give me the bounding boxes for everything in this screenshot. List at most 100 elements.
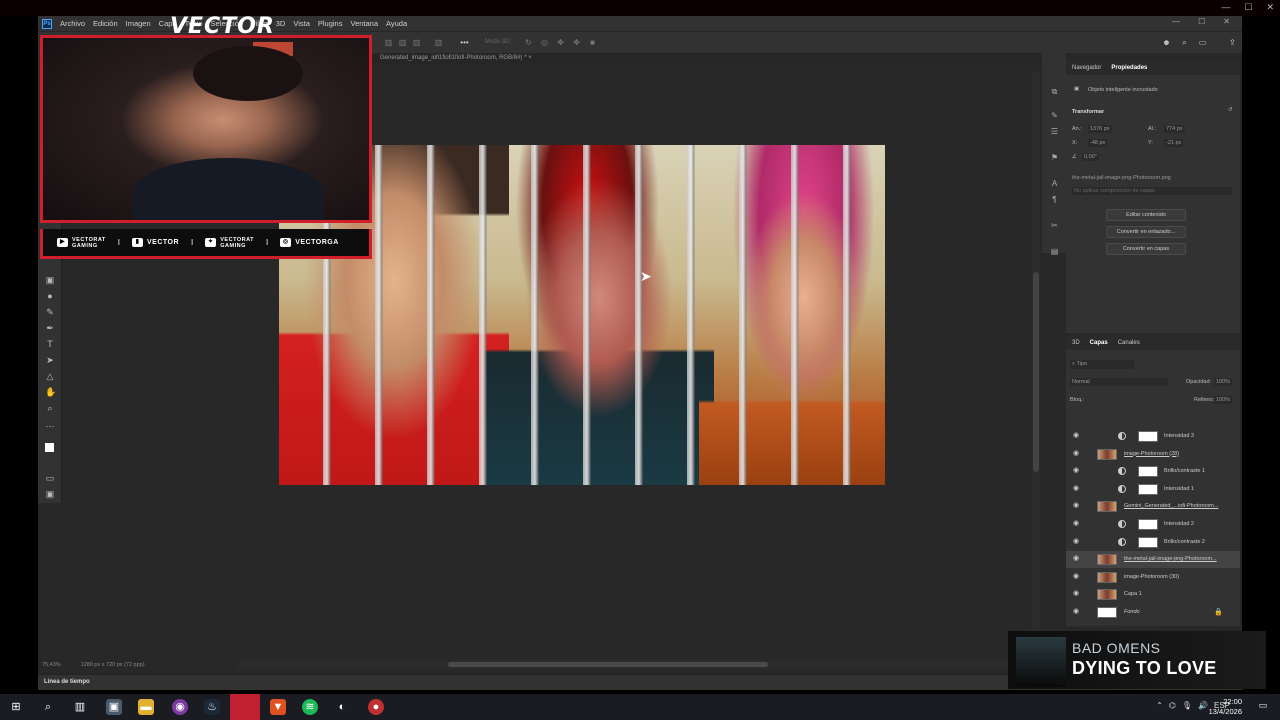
x-field[interactable]: -48 px (1088, 139, 1108, 147)
active-app-icon[interactable] (230, 694, 260, 720)
width-field[interactable]: 1376 px (1088, 125, 1112, 133)
windows-start-icon[interactable]: ⊞ (8, 699, 24, 715)
visibility-eye-icon[interactable]: ◉ (1073, 590, 1080, 597)
recording-app-icon[interactable]: ● (368, 699, 384, 715)
layer-row[interactable]: ◉ Intensidad 3 (1066, 428, 1240, 445)
opacity-field[interactable]: 100% (1214, 378, 1233, 386)
layer-row[interactable]: ◉ Brillo/contraste 1 (1066, 463, 1240, 480)
orbit-3d-icon[interactable]: ↻ (524, 38, 533, 47)
reset-transform-icon[interactable]: ↺ (1228, 107, 1233, 113)
angle-field[interactable]: 0,00° (1082, 153, 1099, 161)
character-panel-icon[interactable]: A (1050, 179, 1059, 188)
ps-minimize-button[interactable]: — (1172, 17, 1180, 26)
visibility-eye-icon[interactable]: ◉ (1073, 520, 1080, 527)
layer-row[interactable]: ◉ Capa 1 (1066, 586, 1240, 603)
document-tab[interactable]: Generated_image_iofi1fiofi1fiofi-Photoro… (374, 53, 538, 65)
visibility-eye-icon[interactable]: ◉ (1073, 450, 1080, 457)
search-icon[interactable]: ⌕ (1180, 38, 1189, 47)
zoom-level[interactable]: 75,43% (42, 662, 61, 668)
workspace-icon[interactable]: ▭ (1198, 38, 1207, 47)
y-field[interactable]: -21 px (1164, 139, 1184, 147)
visibility-eye-icon[interactable]: ◉ (1073, 555, 1080, 562)
align-left-icon[interactable]: ▥ (384, 38, 393, 47)
tray-speaker-icon[interactable]: 🔊 (1198, 701, 1208, 710)
menu-item-edicion[interactable]: Edición (93, 19, 118, 28)
layer-row[interactable]: ◉ Intensidad 2 (1066, 516, 1240, 533)
visibility-eye-icon[interactable]: ◉ (1073, 502, 1080, 509)
maximize-button[interactable]: ☐ (1244, 2, 1252, 13)
fill-field[interactable]: 100% (1214, 396, 1233, 404)
height-field[interactable]: 774 px (1164, 125, 1185, 133)
align-right-icon[interactable]: ▥ (412, 38, 421, 47)
close-button[interactable]: ✕ (1266, 2, 1274, 13)
align-center-icon[interactable]: ▥ (398, 38, 407, 47)
layer-comp-select[interactable]: No aplicar composición de capas (1072, 187, 1232, 195)
taskbar-clock[interactable]: 22:00 13/4/2026 (1209, 697, 1242, 717)
file-explorer-icon[interactable]: ▬ (138, 699, 154, 715)
visibility-eye-icon[interactable]: ◉ (1073, 432, 1080, 439)
libraries-panel-icon[interactable]: ⚑ (1050, 153, 1059, 162)
brush-panel-icon[interactable]: ✎ (1050, 111, 1059, 120)
timeline-label[interactable]: Línea de tiempo (44, 679, 90, 685)
vertical-scrollbar[interactable] (1032, 72, 1040, 658)
tab-navigator[interactable]: Navegador (1072, 65, 1101, 71)
tool-presets-icon[interactable]: ✂ (1050, 221, 1059, 230)
layer-row[interactable]: ◉ Intensidad 1 (1066, 481, 1240, 498)
shape-tool-icon[interactable]: △ (45, 371, 55, 381)
edit-contents-button[interactable]: Editar contenido (1106, 209, 1186, 221)
lock-icon[interactable]: 🔒 (1214, 608, 1223, 616)
layer-row[interactable]: ◉ Brillo/contraste 2 (1066, 534, 1240, 551)
actions-panel-icon[interactable]: ▤ (1050, 247, 1059, 256)
brush-tool-icon[interactable]: ✎ (45, 307, 55, 317)
menu-item-plugins[interactable]: Plugins (318, 19, 343, 28)
export-icon[interactable]: ⇪ (1228, 38, 1237, 47)
tab-channels[interactable]: Canales (1118, 340, 1140, 346)
slide-3d-icon[interactable]: ✥ (572, 38, 581, 47)
browser-icon[interactable]: ◉ (172, 699, 188, 715)
layer-row[interactable]: ◉ Gemini_Generated_...iofi-Photoroom... (1066, 498, 1240, 515)
screen-mode-icon[interactable]: ▣ (45, 489, 55, 499)
layer-row[interactable]: ◉ image-Photoroom (30) (1066, 569, 1240, 586)
share-icon[interactable]: ☻ (1162, 38, 1171, 47)
layer-row[interactable]: ◉ the-metal-jail-image-png-Photoroom... (1066, 551, 1240, 569)
layer-row[interactable]: ◉ image-Photoroom (28) (1066, 446, 1240, 463)
pen-tool-icon[interactable]: ✒ (45, 323, 55, 333)
menu-item-vista[interactable]: Vista (293, 19, 310, 28)
taskbar-app-icon[interactable]: ▣ (106, 699, 122, 715)
type-tool-icon[interactable]: T (45, 339, 55, 349)
tray-mic-icon[interactable]: 🎙 (1182, 701, 1192, 710)
convert-to-layers-button[interactable]: Convertir en capas (1106, 243, 1186, 255)
hand-tool-icon[interactable]: ✋ (45, 387, 56, 397)
roll-3d-icon[interactable]: ◎ (540, 38, 549, 47)
eyedropper-tool-icon[interactable]: ● (45, 291, 55, 301)
ps-maximize-button[interactable]: ☐ (1198, 17, 1205, 26)
tab-layers[interactable]: Capas (1090, 340, 1108, 346)
layer-row[interactable]: ◉ Fondo 🔒 (1066, 604, 1240, 621)
more-tools-icon[interactable]: ⋯ (45, 421, 55, 431)
menu-item-imagen[interactable]: Imagen (126, 19, 151, 28)
task-view-icon[interactable]: ▥ (72, 699, 88, 715)
menu-item-archivo[interactable]: Archivo (60, 19, 85, 28)
paragraph-panel-icon[interactable]: ¶ (1050, 195, 1059, 204)
video-3d-icon[interactable]: ■ (588, 38, 597, 47)
blend-mode-select[interactable]: Normal (1070, 378, 1168, 386)
obs-icon[interactable]: ◐ (334, 699, 350, 715)
visibility-eye-icon[interactable]: ◉ (1073, 573, 1080, 580)
quick-mask-icon[interactable]: ▭ (45, 473, 55, 483)
distribute-icon[interactable]: ▥ (434, 38, 443, 47)
horizontal-scrollbar[interactable] (238, 660, 1018, 669)
adjustments-panel-icon[interactable]: ☰ (1050, 127, 1059, 136)
close-tab-icon[interactable]: × (528, 55, 532, 61)
convert-to-linked-button[interactable]: Convertir en enlazado... (1106, 226, 1186, 238)
steam-icon[interactable]: ♨ (204, 699, 220, 715)
brave-icon[interactable]: ▼ (270, 699, 286, 715)
visibility-eye-icon[interactable]: ◉ (1073, 485, 1080, 492)
spotify-icon[interactable]: ≋ (302, 699, 318, 715)
ps-close-button[interactable]: ✕ (1223, 17, 1230, 26)
menu-item-3d[interactable]: 3D (276, 19, 286, 28)
visibility-eye-icon[interactable]: ◉ (1073, 608, 1080, 615)
taskbar-search-icon[interactable]: ⌕ (40, 699, 56, 715)
tab-3d[interactable]: 3D (1072, 340, 1080, 346)
tray-network-icon[interactable]: ⌬ (1169, 701, 1176, 710)
foreground-color-swatch[interactable] (45, 443, 54, 452)
